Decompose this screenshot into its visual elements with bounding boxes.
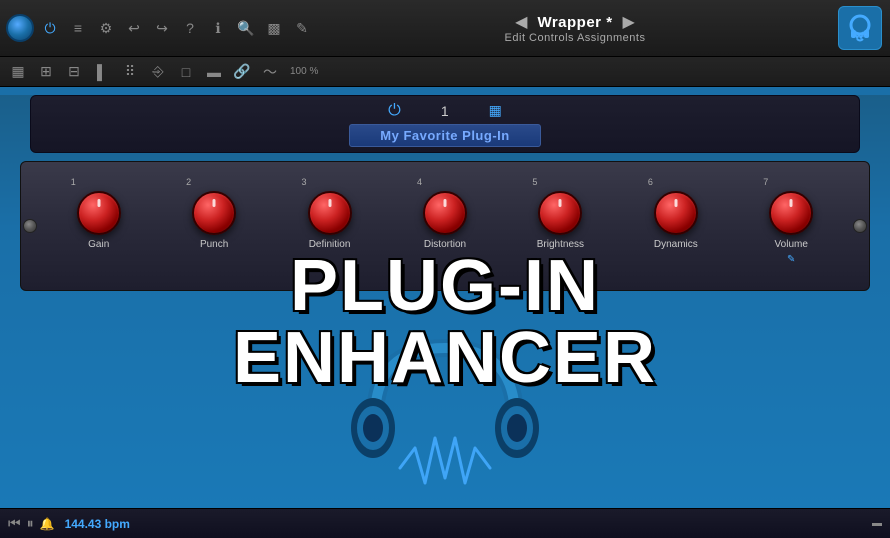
bar-icon[interactable]: ▌ — [90, 60, 114, 84]
plugin-right-side — [851, 162, 869, 290]
knob-group-1: 1 Gain — [69, 177, 129, 250]
side-knob-right — [853, 219, 867, 233]
zoom-percent: 100 % — [290, 66, 318, 77]
knob-number-4: 4 — [417, 177, 422, 187]
pause-button[interactable]: ⏸ — [27, 515, 34, 532]
grid3-icon[interactable]: ⊞ — [34, 60, 58, 84]
knob-3[interactable] — [308, 191, 352, 235]
knob-label-6: Dynamics — [654, 239, 698, 250]
key-icon[interactable]: ⎆ — [146, 60, 170, 84]
redo-icon[interactable]: ↪ — [150, 16, 174, 40]
knob-2[interactable] — [192, 191, 236, 235]
square-icon[interactable]: □ — [174, 60, 198, 84]
wrapper-nav: ◀ Wrapper * ▶ — [515, 12, 635, 32]
plugin-calendar-icon[interactable]: ▦ — [489, 102, 502, 119]
knob-number-7: 7 — [763, 177, 768, 187]
gear-icon[interactable]: ⚙ — [94, 16, 118, 40]
knob-6[interactable] — [654, 191, 698, 235]
knob-label-4: Distortion — [424, 239, 466, 250]
knob-label-2: Punch — [200, 239, 228, 250]
plugin-header-top: ⏻ 1 ▦ — [388, 102, 502, 120]
knob-7[interactable] — [769, 191, 813, 235]
side-knob-left — [23, 219, 37, 233]
knob-number-2: 2 — [186, 177, 191, 187]
headphone-graphic — [345, 308, 545, 508]
bpm-display: 144.43 bpm — [65, 517, 130, 531]
toolbar-center: ◀ Wrapper * ▶ Edit Controls Assignments — [320, 12, 830, 44]
knob-label-7: Volume — [775, 239, 808, 250]
transport-bar: ⏮ ⏸ 🔔 144.43 bpm ▬ — [0, 508, 890, 538]
help-icon[interactable]: ? — [178, 16, 202, 40]
wrapper-subtitle: Edit Controls Assignments — [505, 32, 646, 44]
dots-icon[interactable]: ⠿ — [118, 60, 142, 84]
knob-4[interactable] — [423, 191, 467, 235]
rewind-button[interactable]: ⏮ — [8, 515, 21, 532]
knob-7-edit-icon: ✎ — [787, 254, 795, 265]
screenshot-icon[interactable]: ▦ — [6, 60, 30, 84]
knob-5[interactable] — [538, 191, 582, 235]
edit-icon[interactable]: ✎ — [290, 16, 314, 40]
chart-icon[interactable]: ▩ — [262, 16, 286, 40]
knob-group-5: 5 Brightness — [530, 177, 590, 250]
plugin-unit: 1 Gain 2 Punch 3 Definition 4 Distortion — [20, 161, 870, 291]
knob-number-1: 1 — [71, 177, 76, 187]
info-icon[interactable]: ℹ — [206, 16, 230, 40]
bar-transport-icon: ▬ — [872, 518, 882, 529]
knob-number-5: 5 — [532, 177, 537, 187]
top-toolbar: ⏻ ≡ ⚙ ↩ ↪ ? ℹ 🔍 ▩ ✎ ◀ Wrapper * ▶ Edit C… — [0, 0, 890, 57]
knob-number-6: 6 — [648, 177, 653, 187]
plugin-preset-number: 1 — [441, 103, 449, 119]
plugin-name-display[interactable]: My Favorite Plug-In — [349, 124, 540, 147]
knob-group-7: 7 Volume ✎ — [761, 177, 821, 265]
plugin-header: ⏻ 1 ▦ My Favorite Plug-In — [30, 95, 860, 153]
wave-icon[interactable]: 〜 — [258, 60, 282, 84]
rect-icon[interactable]: ▬ — [202, 60, 226, 84]
app-logo — [838, 6, 882, 50]
plugin-left-side — [21, 162, 39, 290]
nav-right-arrow[interactable]: ▶ — [623, 12, 635, 32]
knob-label-1: Gain — [88, 239, 109, 250]
knob-label-5: Brightness — [537, 239, 584, 250]
knob-label-3: Definition — [309, 239, 351, 250]
plugin-power-icon[interactable]: ⏻ — [388, 102, 401, 120]
knob-1[interactable] — [77, 191, 121, 235]
knob-group-2: 2 Punch — [184, 177, 244, 250]
knob-number-3: 3 — [302, 177, 307, 187]
wrapper-title: Wrapper * — [537, 14, 612, 31]
link-icon[interactable]: 🔗 — [230, 60, 254, 84]
knob-group-4: 4 Distortion — [415, 177, 475, 250]
grid4-icon[interactable]: ⊟ — [62, 60, 86, 84]
knobs-row: 1 Gain 2 Punch 3 Definition 4 Distortion — [31, 177, 859, 265]
undo-icon[interactable]: ↩ — [122, 16, 146, 40]
toolbar-right — [830, 6, 890, 50]
bell-icon: 🔔 — [40, 517, 55, 531]
power-button[interactable]: ⏻ — [38, 16, 62, 40]
knob-group-3: 3 Definition — [300, 177, 360, 250]
search-icon[interactable]: 🔍 — [234, 16, 258, 40]
master-knob[interactable] — [6, 14, 34, 42]
second-toolbar: ▦ ⊞ ⊟ ▌ ⠿ ⎆ □ ▬ 🔗 〜 100 % — [0, 57, 890, 87]
nav-left-arrow[interactable]: ◀ — [515, 12, 527, 32]
plugin-area: ⏻ 1 ▦ My Favorite Plug-In 1 Gain 2 Punch — [0, 95, 890, 538]
menu-icon[interactable]: ≡ — [66, 16, 90, 40]
knob-group-6: 6 Dynamics — [646, 177, 706, 250]
toolbar-left: ⏻ ≡ ⚙ ↩ ↪ ? ℹ 🔍 ▩ ✎ — [0, 14, 320, 42]
